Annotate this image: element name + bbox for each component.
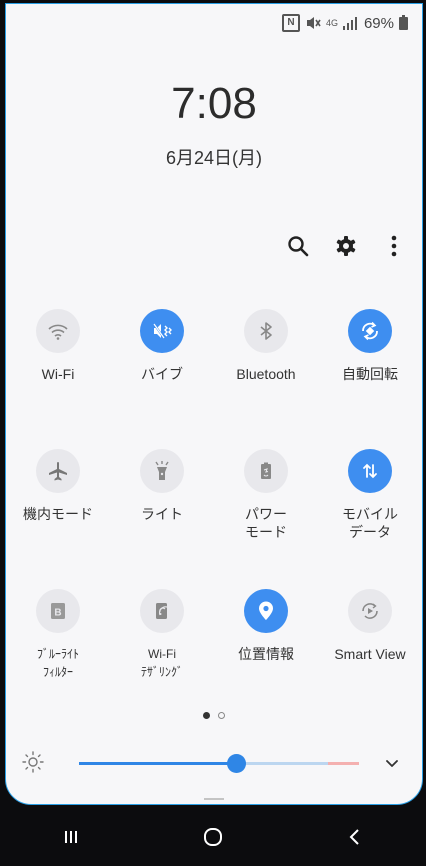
clock-time: 7:08 [171,79,257,128]
tile-icon-bg [348,589,392,633]
battery-icon [399,14,408,30]
hotspot-icon [156,603,168,619]
tile-icon-bg [244,449,288,493]
home-button[interactable] [193,817,233,857]
tile-icon-bg [140,589,184,633]
nfc-icon: N [281,14,300,32]
recent-apps-button[interactable] [51,817,91,857]
brightness-control [6,747,422,777]
status-bar: N 4G 69% [281,14,408,32]
back-button[interactable] [335,817,375,857]
tile-power-mode[interactable]: パワー モード [214,449,318,589]
mute-icon [306,17,321,29]
flashlight-icon [155,461,169,480]
brightness-slider-warm-zone [328,762,359,765]
tile-icon-bg [140,309,184,353]
brightness-icon [22,751,44,773]
tile-icon-bg [140,449,184,493]
tile-location[interactable]: 位置情報 [214,589,318,729]
location-icon [259,601,273,620]
tile-label: モバイル データ [342,506,398,540]
quick-settings-toolbar [284,232,408,260]
quick-settings-tiles: Wi-Fi バイブ Bluetooth 自動回転 機内モード ライト パワー モ… [6,309,422,729]
tile-label: バイブ [141,366,183,382]
power-mode-icon [261,462,271,479]
battery-text: 69% [363,14,394,32]
navigation-bar [0,808,426,866]
svg-text:B: B [54,608,61,619]
tile-label: ライト [141,506,183,522]
tile-icon-bg [244,589,288,633]
tile-label: Smart View [334,646,406,662]
tile-label: ﾌﾞﾙｰﾗｲﾄ ﾌｨﾙﾀｰ [36,647,79,679]
tile-mobile-data[interactable]: モバイル データ [318,449,422,589]
recent-apps-icon [65,831,77,843]
brightness-slider[interactable] [79,762,359,765]
brightness-slider-thumb[interactable] [226,754,246,773]
back-icon [349,829,359,845]
tile-label: Wi-Fi ﾃｻﾞﾘﾝｸﾞ [140,647,183,679]
tile-blue-light-filter[interactable]: B ﾌﾞﾙｰﾗｲﾄ ﾌｨﾙﾀｰ [6,589,110,729]
mobile-data-icon [363,463,377,479]
page-dot[interactable] [218,712,225,719]
tile-icon-bg [244,309,288,353]
tile-label: Wi-Fi [41,366,75,382]
vibrate-icon [153,323,172,339]
settings-button[interactable] [332,232,360,260]
tile-icon-bg [348,309,392,353]
quick-settings-panel: N 4G 69% 7:08 6月24日(月) Wi-Fi バイブ Bluetoo… [5,3,423,805]
more-options-button[interactable] [380,232,408,260]
tile-label: 自動回転 [342,366,398,382]
tile-wifi-hotspot[interactable]: Wi-Fi ﾃｻﾞﾘﾝｸﾞ [110,589,214,729]
tile-flashlight[interactable]: ライト [110,449,214,589]
tile-bluetooth[interactable]: Bluetooth [214,309,318,449]
tile-icon-bg [348,449,392,493]
clock-date: 6月24日(月) [165,148,263,168]
smart-view-icon [362,603,378,619]
page-indicator [6,712,422,719]
blue-light-icon: B [51,603,65,619]
tile-wifi[interactable]: Wi-Fi [6,309,110,449]
tile-icon-bg: B [36,589,80,633]
wifi-icon [48,324,68,340]
search-icon [288,236,309,257]
airplane-icon [49,462,67,481]
bluetooth-icon [260,322,272,340]
brightness-slider-track [235,762,329,765]
tile-icon-bg [36,309,80,353]
chevron-down-icon[interactable] [380,751,404,775]
tile-airplane-mode[interactable]: 機内モード [6,449,110,589]
tile-vibrate[interactable]: バイブ [110,309,214,449]
page-dot-active[interactable] [203,712,210,719]
search-button[interactable] [284,232,312,260]
network-type: 4G [325,17,338,28]
brightness-slider-fill [79,762,236,765]
signal-icon [342,16,357,30]
gear-icon [336,236,356,256]
tile-label: Bluetooth [236,366,296,382]
tile-icon-bg [36,449,80,493]
tile-auto-rotate[interactable]: 自動回転 [318,309,422,449]
tile-smart-view[interactable]: Smart View [318,589,422,729]
tile-label: 機内モード [23,506,93,522]
tile-label: パワー モード [245,506,287,540]
tile-label: 位置情報 [238,646,294,662]
auto-rotate-icon [362,321,378,341]
more-vert-icon [391,235,397,257]
panel-drag-handle[interactable] [204,798,224,800]
home-icon [204,828,222,846]
